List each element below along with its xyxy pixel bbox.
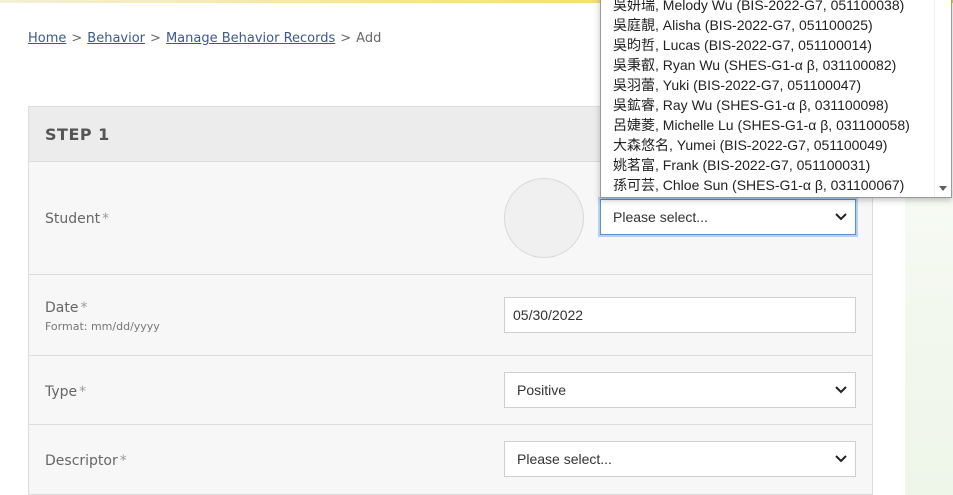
student-label-text: Student — [45, 211, 101, 227]
student-option[interactable]: 孫可芸, Chloe Sun (SHES-G1-α β, 031100067) — [601, 175, 936, 195]
side-background — [905, 190, 953, 495]
type-row: Type * Positive — [29, 356, 872, 425]
type-select-value: Positive — [517, 382, 567, 398]
descriptor-label-text: Descriptor — [45, 453, 118, 469]
breadcrumb-separator: > — [340, 31, 352, 46]
step-title: STEP 1 — [45, 124, 110, 144]
required-marker: * — [102, 211, 110, 227]
breadcrumb-current: Add — [356, 31, 382, 46]
required-marker: * — [80, 300, 88, 316]
chevron-down-icon — [835, 455, 847, 463]
chevron-down-icon — [835, 386, 847, 394]
descriptor-label: Descriptor * — [45, 453, 127, 469]
student-avatar — [504, 178, 584, 258]
student-option[interactable]: 大森悠名, Yumei (BIS-2022-G7, 051100049) — [601, 135, 936, 155]
student-option[interactable]: 吳秉叡, Ryan Wu (SHES-G1-α β, 031100082) — [601, 55, 936, 75]
date-format-hint: Format: mm/dd/yyyy — [45, 320, 160, 333]
dropdown-scrollbar[interactable] — [934, 0, 951, 197]
student-dropdown-list[interactable]: 吳妍瑞, Melody Wu (BIS-2022-G7, 051100038) … — [600, 0, 952, 198]
scroll-down-arrow-icon[interactable] — [939, 186, 947, 191]
student-option[interactable]: 吳庭靚, Alisha (BIS-2022-G7, 051100025) — [601, 15, 936, 35]
breadcrumb-separator: > — [150, 31, 161, 46]
date-input-value: 05/30/2022 — [513, 307, 584, 323]
breadcrumb-home-link[interactable]: Home — [28, 31, 66, 46]
date-label: Date * — [45, 300, 87, 316]
date-row: Date * Format: mm/dd/yyyy 05/30/2022 — [29, 275, 872, 356]
type-label-text: Type — [45, 384, 78, 400]
required-marker: * — [119, 453, 127, 469]
student-select-value: Please select... — [613, 209, 708, 225]
breadcrumb-separator: > — [71, 31, 83, 46]
date-label-text: Date — [45, 300, 79, 316]
descriptor-select-value: Please select... — [517, 451, 612, 467]
required-marker: * — [79, 384, 87, 400]
descriptor-row: Descriptor * Please select... — [29, 425, 872, 495]
student-option[interactable]: 姚茗富, Frank (BIS-2022-G7, 051100031) — [601, 155, 936, 175]
breadcrumb-manage-link[interactable]: Manage Behavior Records — [166, 31, 335, 46]
student-option[interactable]: 吳妍瑞, Melody Wu (BIS-2022-G7, 051100038) — [601, 0, 936, 15]
student-select[interactable]: Please select... — [600, 199, 856, 235]
breadcrumb-behavior-link[interactable]: Behavior — [87, 31, 145, 46]
date-input[interactable]: 05/30/2022 — [504, 297, 856, 333]
student-option[interactable]: 呂婕菱, Michelle Lu (SHES-G1-α β, 031100058… — [601, 115, 936, 135]
breadcrumb: Home > Behavior > Manage Behavior Records > Ad… — [28, 31, 381, 46]
descriptor-select[interactable]: Please select... — [504, 441, 856, 477]
chevron-down-icon — [835, 213, 847, 221]
student-option[interactable]: 吳羽蕾, Yuki (BIS-2022-G7, 051100047) — [601, 75, 936, 95]
type-label: Type * — [45, 384, 86, 400]
student-option[interactable]: 吳鉱睿, Ray Wu (SHES-G1-α β, 031100098) — [601, 95, 936, 115]
type-select[interactable]: Positive — [504, 372, 856, 408]
student-label: Student * — [45, 211, 109, 227]
student-option[interactable]: 吳昀哲, Lucas (BIS-2022-G7, 051100014) — [601, 35, 936, 55]
